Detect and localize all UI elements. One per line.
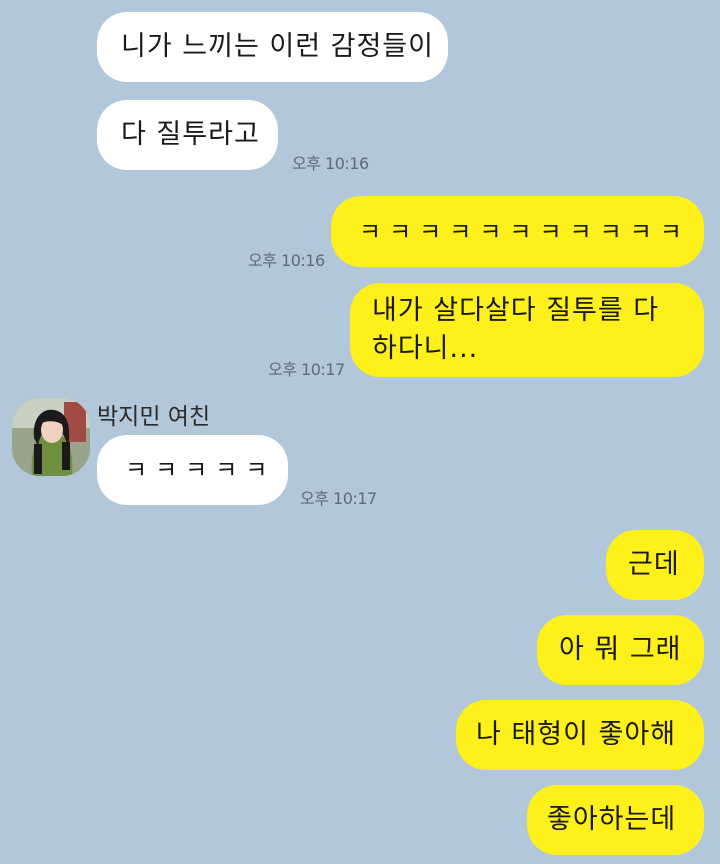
message-timestamp: 오후 10:17 (300, 489, 377, 508)
message-text: 니가 느끼는 이런 감정들이 (121, 31, 434, 62)
message-timestamp: 오후 10:16 (292, 154, 369, 173)
message-text: 다 질투라고 (121, 119, 260, 150)
message-text: 근데 (628, 549, 680, 580)
message-timestamp: 오후 10:16 (248, 251, 325, 270)
message-bubble-outgoing[interactable]: 아 뭐 그래 (537, 615, 704, 685)
message-bubble-incoming[interactable]: 니가 느끼는 이런 감정들이 (97, 12, 448, 82)
message-bubble-outgoing[interactable]: 나 태형이 좋아해 (456, 700, 704, 770)
message-bubble-outgoing[interactable]: 내가 살다살다 질투를 다 하다니... (350, 283, 704, 377)
message-text-line: 하다니... (372, 333, 479, 364)
message-bubble-incoming[interactable]: ㅋㅋㅋㅋㅋ (97, 435, 288, 505)
message-text: ㅋㅋㅋㅋㅋ (125, 456, 276, 484)
chat-area: 니가 느끼는 이런 감정들이 다 질투라고 오후 10:16 ㅋㅋㅋㅋㅋㅋㅋㅋㅋ… (0, 0, 720, 864)
message-text: 나 태형이 좋아해 (476, 719, 677, 750)
message-timestamp: 오후 10:17 (268, 360, 345, 379)
message-text-line: 내가 살다살다 질투를 다 (372, 295, 660, 326)
profile-avatar[interactable] (12, 398, 90, 476)
message-text: 아 뭐 그래 (559, 634, 682, 665)
message-text: ㅋㅋㅋㅋㅋㅋㅋㅋㅋㅋㅋ (359, 217, 690, 246)
message-bubble-incoming[interactable]: 다 질투라고 (97, 100, 278, 170)
avatar-photo-icon (12, 398, 90, 476)
message-bubble-outgoing[interactable]: 근데 (606, 530, 704, 600)
sender-name[interactable]: 박지민 여친 (97, 397, 210, 431)
message-text: 좋아하는데 (547, 804, 677, 835)
message-bubble-outgoing[interactable]: ㅋㅋㅋㅋㅋㅋㅋㅋㅋㅋㅋ (331, 196, 704, 267)
message-bubble-outgoing[interactable]: 좋아하는데 (527, 785, 704, 855)
